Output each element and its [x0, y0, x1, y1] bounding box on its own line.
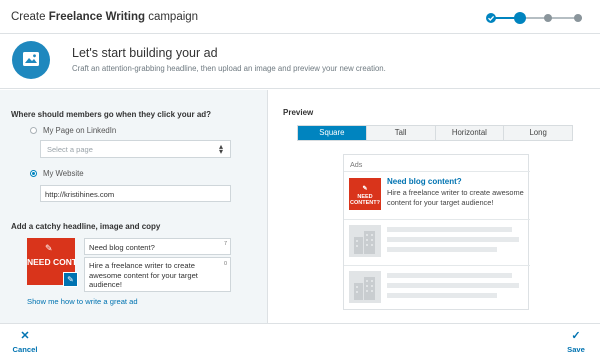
- headline-text: Need blog content?: [89, 243, 155, 252]
- page-select[interactable]: Select a page ▴ ▾: [40, 140, 231, 158]
- pencil-icon: ✎: [45, 243, 53, 253]
- page-title: Create Freelance Writing campaign: [11, 11, 199, 23]
- preview-ad-title: Need blog content?: [387, 177, 462, 186]
- placeholder-line: [387, 247, 497, 252]
- check-icon: [488, 15, 495, 21]
- pencil-icon: ✎: [67, 275, 74, 284]
- body-text: Hire a freelance writer to create awesom…: [89, 261, 198, 289]
- step-3: [544, 14, 552, 22]
- save-label: Save: [567, 345, 585, 354]
- placeholder-ad-row: [344, 265, 530, 310]
- progress-line-remaining: [522, 17, 582, 19]
- body-char-counter: 0: [223, 261, 227, 267]
- radio-label: My Page on LinkedIn: [43, 126, 117, 135]
- placeholder-line: [387, 227, 512, 232]
- preview-format-tabs: Square Tall Horizontal Long: [297, 125, 573, 141]
- radio-my-website[interactable]: My Website: [30, 169, 84, 178]
- destination-question: Where should members go when they click …: [11, 110, 212, 119]
- placeholder-line: [387, 283, 519, 288]
- intro-banner: Let's start building your ad Craft an at…: [0, 35, 600, 89]
- radio-linkedin-page[interactable]: My Page on LinkedIn: [30, 126, 116, 135]
- image-icon: [12, 41, 50, 79]
- step-1-complete: [486, 13, 496, 23]
- creative-section-label: Add a catchy headline, image and copy: [11, 222, 161, 231]
- step-2-current: [514, 12, 526, 24]
- thumb-line-2: CONTENT?: [350, 200, 380, 206]
- body-textarea[interactable]: Hire a freelance writer to create awesom…: [84, 257, 231, 292]
- building-icon: [349, 271, 381, 303]
- check-icon: ✓: [571, 330, 581, 342]
- card-header: Ads: [350, 160, 363, 169]
- building-icon: [349, 225, 381, 257]
- placeholder-line: [387, 293, 497, 298]
- placeholder-ad-row: [344, 219, 530, 265]
- ad-preview-card: Ads ✎ NEED CONTENT? Need blog content? H…: [343, 154, 530, 310]
- footer-bar: ✕ Cancel ✓ Save: [0, 323, 600, 361]
- step-4: [574, 14, 582, 22]
- preview-ad-body: Hire a freelance writer to create awesom…: [387, 188, 524, 207]
- intro-subtitle: Craft an attention-grabbing headline, th…: [72, 64, 386, 73]
- thumb-line-1: NEED: [357, 193, 373, 200]
- placeholder-line: [387, 273, 512, 278]
- headline-char-counter: 7: [223, 241, 227, 247]
- preview-label: Preview: [283, 108, 314, 117]
- select-caret-icon: ▴ ▾: [218, 142, 223, 156]
- top-bar: Create Freelance Writing campaign: [0, 0, 600, 34]
- preview-ad-row: ✎ NEED CONTENT? Need blog content? Hire …: [344, 171, 530, 219]
- cancel-button[interactable]: ✕ Cancel: [10, 330, 40, 355]
- pencil-icon: ✎: [362, 186, 368, 192]
- headline-input[interactable]: Need blog content? 7: [84, 238, 231, 255]
- placeholder-line: [387, 237, 519, 242]
- help-link[interactable]: Show me how to write a great ad: [27, 297, 138, 306]
- cancel-label: Cancel: [12, 345, 38, 354]
- tab-square[interactable]: Square: [298, 126, 367, 140]
- radio-button-selected[interactable]: [30, 170, 37, 177]
- tab-long[interactable]: Long: [504, 126, 572, 140]
- radio-button[interactable]: [30, 127, 37, 134]
- tab-horizontal[interactable]: Horizontal: [435, 126, 505, 140]
- tab-tall[interactable]: Tall: [366, 126, 436, 140]
- select-placeholder: Select a page: [47, 145, 93, 154]
- intro-title: Let's start building your ad: [72, 46, 218, 60]
- ad-image-text: NEED CONTENT?: [27, 257, 75, 267]
- edit-image-button[interactable]: ✎: [63, 272, 78, 287]
- radio-label: My Website: [43, 169, 84, 178]
- website-url-input[interactable]: http://kristihines.com: [40, 185, 231, 202]
- close-icon: ✕: [20, 330, 30, 342]
- preview-ad-image: ✎ NEED CONTENT?: [349, 178, 381, 210]
- ad-form-panel: Where should members go when they click …: [0, 90, 268, 323]
- save-button[interactable]: ✓ Save: [562, 330, 590, 355]
- progress-stepper: [486, 12, 586, 24]
